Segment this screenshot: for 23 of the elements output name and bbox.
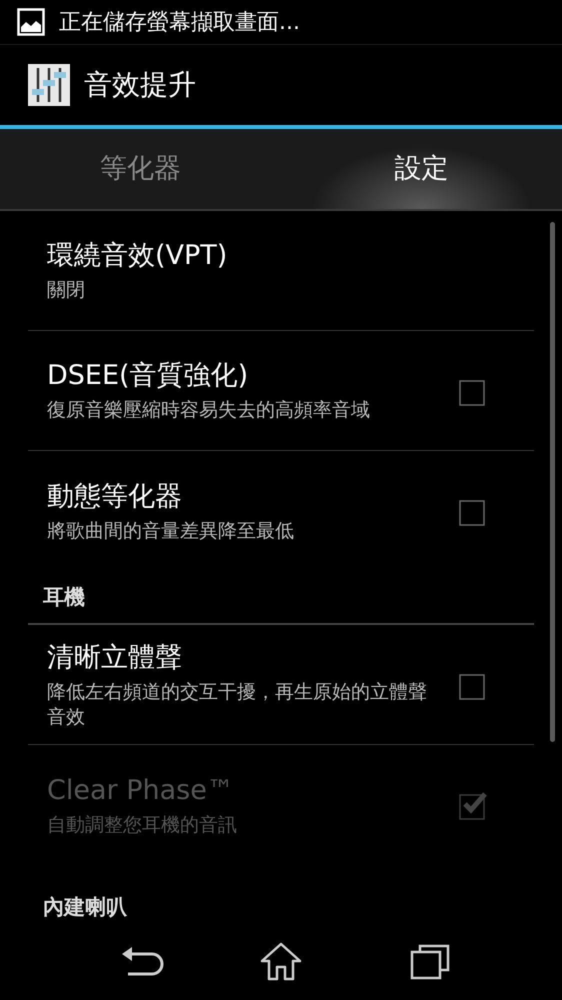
setting-row[interactable]: 清晰立體聲 降低左右頻道的交互干擾，再生原始的立體聲音效: [28, 625, 534, 745]
setting-summary: 將歌曲間的音量差異降至最低: [47, 518, 295, 544]
app-title: 音效提升: [84, 67, 196, 103]
setting-title: DSEE(音質強化): [47, 359, 250, 393]
picture-notification-icon: [17, 8, 45, 36]
tab[interactable]: 等化器: [0, 129, 281, 209]
setting-summary: 復原音樂壓縮時容易失去的高頻率音域: [47, 398, 371, 423]
setting-title: Clear Phase™: [47, 774, 235, 808]
setting-summary: 關閉: [47, 278, 86, 303]
setting-summary: 降低左右頻道的交互干擾，再生原始的立體聲音效: [47, 680, 428, 730]
recent-apps-button[interactable]: [410, 944, 450, 980]
section-header: 內建喇叭: [42, 894, 128, 920]
setting-row[interactable]: 動態等化器 將歌曲間的音量差異降至最低: [28, 451, 534, 571]
setting-title: 清晰立體聲: [47, 640, 183, 674]
setting-title: 動態等化器: [47, 480, 183, 514]
equalizer-app-icon: [28, 64, 70, 106]
setting-row[interactable]: 環繞音效(VPT) 關閉: [28, 211, 534, 331]
setting-row[interactable]: DSEE(音質強化) 復原音樂壓縮時容易失去的高頻率音域: [28, 331, 534, 451]
setting-summary: 自動調整您耳機的音訊: [47, 812, 238, 838]
setting-title: 環繞音效(VPT): [47, 239, 228, 273]
section-header: 耳機: [42, 584, 86, 610]
notification-text: 正在儲存螢幕擷取畫面...: [59, 8, 300, 36]
home-button[interactable]: [259, 942, 303, 982]
